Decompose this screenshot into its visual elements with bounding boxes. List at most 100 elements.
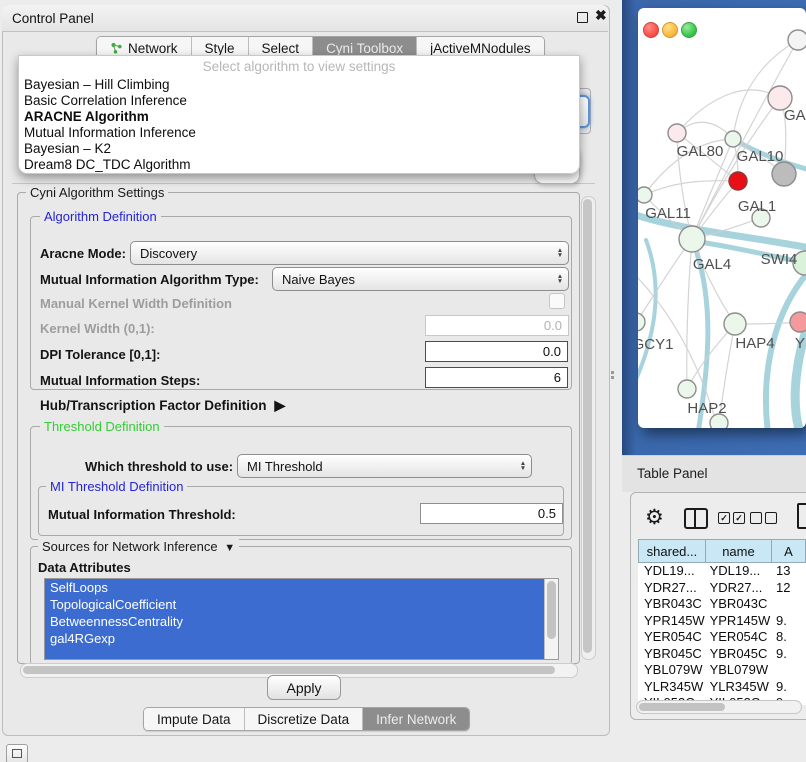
- minimized-panel-button[interactable]: [6, 744, 28, 762]
- tab-impute-data[interactable]: Impute Data: [144, 708, 245, 730]
- node-hap2[interactable]: [678, 380, 696, 398]
- sources-legend[interactable]: Sources for Network Inference ▼: [38, 539, 239, 554]
- algorithm-dropdown-popup: Select algorithm to view settings Bayesi…: [18, 55, 580, 174]
- cell: YER054C: [638, 629, 706, 646]
- gear-icon[interactable]: ⚙: [645, 505, 664, 530]
- node-gal80[interactable]: [668, 124, 686, 142]
- network-view-window: GAL GAL80 GAL10 GAL1 GAL11 SWI4 GAL4 GCY…: [638, 8, 806, 428]
- mi-algorithm-type-label: Mutual Information Algorithm Type:: [40, 272, 259, 287]
- node-gray[interactable]: [772, 162, 796, 186]
- node-gal10[interactable]: [725, 131, 741, 147]
- mi-algorithm-type-value: Naive Bayes: [273, 272, 552, 287]
- kernel-width-field[interactable]: 0.0: [425, 315, 569, 336]
- select-all-checkboxes-icon[interactable]: ✓ ✓: [718, 512, 745, 524]
- attribute-item-betweennesscentrality[interactable]: BetweennessCentrality: [45, 613, 545, 630]
- mi-steps-field[interactable]: 6: [425, 367, 568, 388]
- algo-option-mutual-information[interactable]: Mutual Information Inference: [24, 125, 574, 141]
- table-row[interactable]: YBL079W YBL079W: [638, 662, 806, 679]
- apply-button[interactable]: Apply: [267, 675, 341, 700]
- float-window-icon[interactable]: [577, 12, 588, 23]
- cell: [772, 662, 806, 679]
- table-row[interactable]: YLR345W YLR345W 9.: [638, 679, 806, 696]
- algo-option-bayesian-hill-climbing[interactable]: Bayesian – Hill Climbing: [24, 77, 574, 93]
- table-header-row: shared... name A: [638, 539, 806, 563]
- deselect-all-checkboxes-icon[interactable]: [750, 512, 777, 524]
- node-label-gal-partial: GAL: [784, 107, 806, 124]
- node-hap4[interactable]: [724, 313, 746, 335]
- cell: YBR045C: [706, 646, 772, 663]
- mi-steps-label: Mutual Information Steps:: [40, 373, 200, 388]
- attributes-vertical-scrollbar[interactable]: [544, 579, 558, 659]
- which-threshold-select[interactable]: MI Threshold ▲▼: [237, 454, 532, 478]
- data-attributes-list: SelfLoops TopologicalCoefficient Between…: [44, 578, 559, 660]
- table-row[interactable]: YPR145W YPR145W 9.: [638, 613, 806, 630]
- checked-checkbox-icon: ✓: [733, 512, 745, 524]
- tab-cyni-toolbox-label: Cyni Toolbox: [326, 41, 403, 56]
- scrollbar-thumb[interactable]: [547, 581, 556, 639]
- table-row[interactable]: YDR27... YDR27... 12: [638, 580, 806, 597]
- column-header-name[interactable]: name: [705, 539, 771, 563]
- attribute-item-topologicalcoefficient[interactable]: TopologicalCoefficient: [45, 596, 545, 613]
- algo-option-dream8[interactable]: Dream8 DC_TDC Algorithm: [24, 157, 574, 173]
- document-icon[interactable]: [797, 503, 806, 529]
- hub-definition-expander[interactable]: Hub/Transcription Factor Definition▶: [40, 397, 285, 414]
- cell: YBR043C: [706, 596, 772, 613]
- node-label-gal10: GAL10: [737, 148, 784, 165]
- table-row[interactable]: YER054C YER054C 8.: [638, 629, 806, 646]
- zoom-traffic-light[interactable]: [681, 22, 697, 38]
- dpi-tolerance-label: DPI Tolerance [0,1]:: [40, 347, 160, 362]
- network-graph-icon: [110, 42, 123, 55]
- tab-infer-network[interactable]: Infer Network: [363, 708, 469, 730]
- node-gal4[interactable]: [679, 226, 705, 252]
- tab-discretize-data[interactable]: Discretize Data: [245, 708, 364, 730]
- attribute-item-gal4rgexp[interactable]: gal4RGexp: [45, 630, 545, 647]
- cell: YDR27...: [706, 580, 772, 597]
- table-row[interactable]: YBR043C YBR043C: [638, 596, 806, 613]
- column-header-shared-name[interactable]: shared...: [638, 539, 705, 563]
- settings-vertical-scrollbar[interactable]: [581, 196, 596, 660]
- panel-divider-grip[interactable]: [611, 371, 615, 380]
- close-icon[interactable]: ✖: [595, 7, 607, 24]
- mi-threshold-label: Mutual Information Threshold:: [48, 507, 236, 522]
- scrollbar-thumb[interactable]: [639, 703, 725, 711]
- mi-threshold-field[interactable]: 0.5: [420, 503, 563, 524]
- close-traffic-light[interactable]: [643, 22, 659, 38]
- aracne-mode-select[interactable]: Discovery ▲▼: [130, 241, 569, 265]
- kernel-width-label: Kernel Width (0,1):: [40, 321, 155, 336]
- cell: YBL079W: [638, 662, 706, 679]
- cyni-settings-legend: Cyni Algorithm Settings: [26, 185, 168, 200]
- table-row[interactable]: YDL19... YDL19... 13: [638, 563, 806, 580]
- node-label-hap4: HAP4: [735, 335, 774, 352]
- dpi-tolerance-field[interactable]: 0.0: [425, 341, 568, 362]
- algo-option-bayesian-k2[interactable]: Bayesian – K2: [24, 141, 574, 157]
- manual-kernel-width-checkbox[interactable]: [549, 293, 565, 309]
- tab-style-label: Style: [205, 41, 235, 56]
- cell: 13: [772, 563, 806, 580]
- scrollbar-thumb[interactable]: [23, 666, 555, 674]
- attribute-item-selfloops[interactable]: SelfLoops: [45, 579, 545, 596]
- table-panel-title: Table Panel: [637, 466, 708, 481]
- node-gal11[interactable]: [638, 187, 652, 203]
- node-y-partial[interactable]: [790, 312, 806, 332]
- scrollbar-thumb[interactable]: [583, 199, 592, 653]
- minimize-traffic-light[interactable]: [662, 22, 678, 38]
- cell: YPR145W: [706, 613, 772, 630]
- mi-algorithm-type-select[interactable]: Naive Bayes ▲▼: [272, 267, 569, 291]
- algo-option-basic-correlation[interactable]: Basic Correlation Inference: [24, 93, 574, 109]
- expander-right-arrow-icon: ▶: [275, 397, 286, 413]
- screen: Control Panel ✖ Network Style Select Cyn…: [0, 0, 806, 762]
- table-row[interactable]: YBR045C YBR045C 9.: [638, 646, 806, 663]
- node-label-gcy1: GCY1: [638, 336, 673, 353]
- bottom-tabbar: Impute Data Discretize Data Infer Networ…: [143, 707, 470, 731]
- cell: YDL19...: [706, 563, 772, 580]
- algo-option-aracne[interactable]: ARACNE Algorithm: [24, 109, 574, 125]
- column-header-partial[interactable]: A: [771, 539, 806, 563]
- node-red-selected[interactable]: [729, 172, 747, 190]
- tab-network-label: Network: [128, 41, 178, 56]
- table-horizontal-scrollbar[interactable]: [636, 700, 802, 714]
- node-gcy1[interactable]: [638, 313, 645, 331]
- cell: YDL19...: [638, 563, 706, 580]
- node-unlabeled-top[interactable]: [788, 30, 806, 50]
- cell: YLR345W: [638, 679, 706, 696]
- columns-icon[interactable]: [684, 508, 708, 529]
